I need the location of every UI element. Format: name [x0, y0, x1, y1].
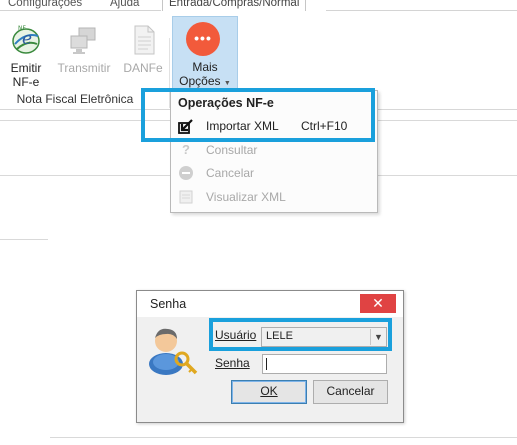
visualizar-xml-label: Visualizar XML: [206, 190, 286, 204]
separator-line: [378, 175, 517, 176]
menu-item-cancelar[interactable]: Cancelar: [172, 162, 376, 184]
senha-label-text: Senha: [215, 356, 250, 370]
separator-line: [378, 120, 517, 121]
ok-button[interactable]: OK: [231, 380, 307, 404]
separator-line: [0, 175, 170, 176]
separator-line: [0, 239, 48, 240]
cancel-icon: [179, 166, 193, 180]
cancelar-label: Cancelar: [206, 166, 255, 180]
menu-item-visualizar-xml[interactable]: Visualizar XML: [172, 186, 376, 208]
computers-icon: [70, 27, 96, 54]
menu-item-consultar[interactable]: ? Consultar: [172, 139, 376, 161]
user-key-icon: [149, 328, 198, 375]
nfe-logo-icon: e NF: [12, 25, 40, 54]
text-caret: [266, 358, 267, 370]
transmitir-button[interactable]: Transmitir: [55, 22, 113, 75]
ok-label: OK: [260, 384, 278, 398]
more-options-icon: •••: [186, 22, 220, 56]
password-input[interactable]: [262, 354, 387, 374]
cancelar-button-label: Cancelar: [326, 384, 375, 398]
senha-label: Senha: [215, 356, 250, 370]
mais-label: Mais: [192, 60, 218, 74]
svg-text:e: e: [22, 29, 32, 49]
consultar-label: Consultar: [206, 143, 258, 157]
question-icon: ?: [182, 142, 190, 157]
separator-line: [50, 437, 517, 438]
view-xml-icon: [179, 190, 193, 204]
danfe-button[interactable]: DANFe: [121, 22, 165, 75]
transmitir-label: Transmitir: [57, 61, 111, 75]
opcoes-label-row: Opções ▼: [179, 74, 231, 88]
highlight-box-usuario: [209, 318, 392, 351]
opcoes-label: Opções: [179, 74, 221, 88]
dialog-titlebar: Senha ✕: [137, 291, 403, 317]
emitir-nfe-button[interactable]: e NF Emitir NF-e: [5, 22, 47, 89]
danfe-label: DANFe: [123, 61, 163, 75]
document-icon: [134, 25, 155, 55]
more-dots: •••: [194, 30, 212, 46]
senha-dialog: Senha ✕ Usuário LELE ▼ Senha OK Cancelar: [136, 290, 404, 423]
ribbon-group-label: Nota Fiscal Eletrônica: [16, 92, 134, 106]
highlight-box-menu: [141, 88, 375, 142]
emitir-label-1: Emitir: [10, 61, 42, 75]
close-button[interactable]: ✕: [360, 294, 396, 313]
cancelar-button[interactable]: Cancelar: [313, 380, 388, 404]
dialog-title: Senha: [150, 297, 187, 311]
emitir-label-2: NF-e: [12, 75, 40, 89]
dropdown-arrow-icon: ▼: [223, 80, 231, 87]
svg-text:NF: NF: [18, 25, 26, 32]
mais-opcoes-button[interactable]: ••• Mais Opções ▼: [172, 16, 238, 95]
